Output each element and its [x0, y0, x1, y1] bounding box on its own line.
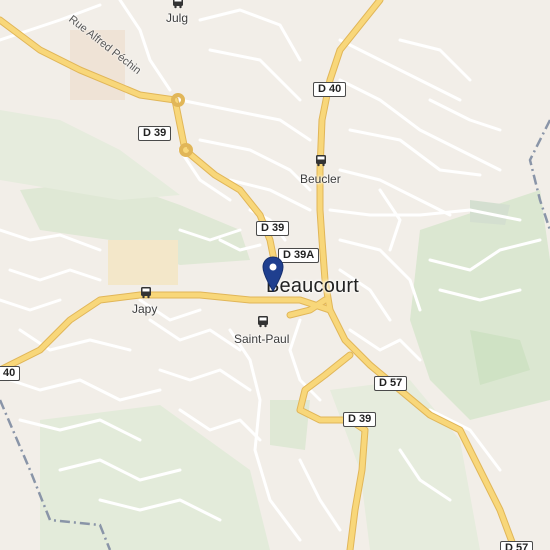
road-badge-d57: D 57: [374, 376, 408, 391]
road-badge-d39: D 39: [138, 126, 172, 141]
place-label-julg: Julg: [166, 11, 189, 25]
road-badge-d39a: D 39A: [278, 248, 320, 263]
road-badge-d40: 40: [0, 366, 21, 381]
place-label-saint-paul: Saint-Paul: [234, 332, 290, 346]
map-view[interactable]: D 40 D 39 D 39 D 39A 40 D 57 D 39 D 57 R…: [0, 0, 550, 550]
place-label-beucler: Beucler: [300, 172, 341, 186]
bus-stop-icon[interactable]: [257, 315, 269, 328]
place-label-japy: Japy: [132, 302, 158, 316]
road-badge-d39: D 39: [256, 221, 290, 236]
bus-stop-icon[interactable]: [315, 154, 327, 167]
road-badge-d39: D 39: [343, 412, 377, 427]
road-badge-d40: D 40: [313, 82, 347, 97]
location-pin-icon[interactable]: [262, 256, 284, 292]
bus-stop-icon[interactable]: [172, 0, 184, 9]
road-badge-d57: D 57: [500, 541, 534, 550]
bus-stop-icon[interactable]: [140, 286, 152, 299]
